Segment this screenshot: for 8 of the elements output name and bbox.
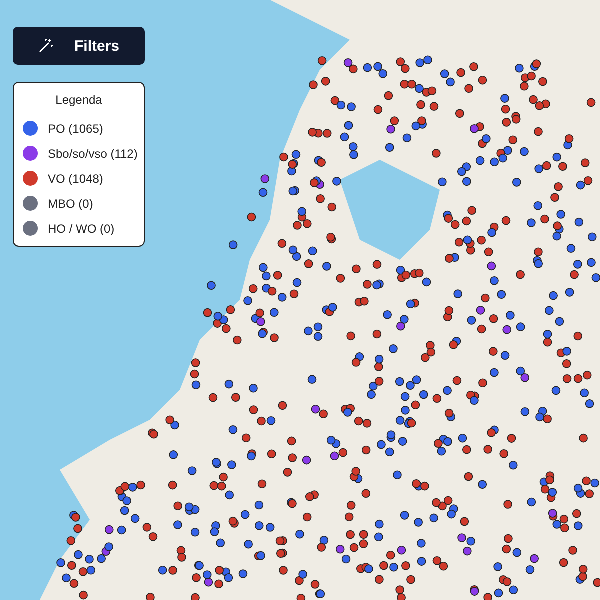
legend-label: VO (1048) xyxy=(48,172,104,186)
filters-button[interactable]: Filters xyxy=(13,27,145,65)
magic-wand-icon xyxy=(38,38,54,54)
legend-label: MBO (0) xyxy=(48,196,94,210)
legend-label: Sbo/so/vso (112) xyxy=(48,146,138,160)
legend-title: Legenda xyxy=(54,93,104,107)
legend-label: HO / WO (0) xyxy=(48,222,115,236)
legend-label: PO (1065) xyxy=(48,122,104,136)
